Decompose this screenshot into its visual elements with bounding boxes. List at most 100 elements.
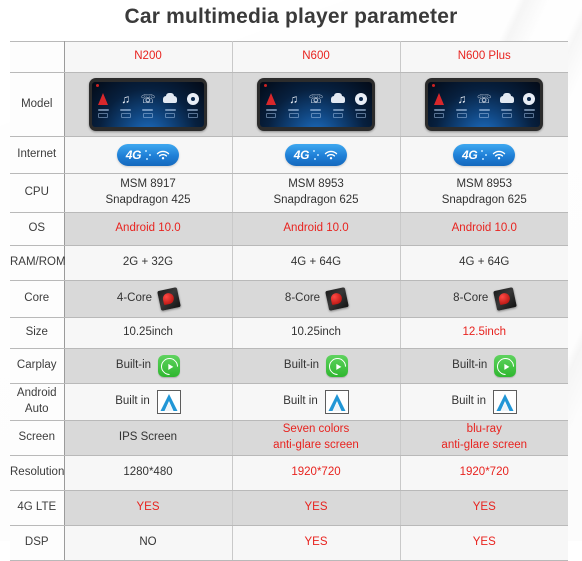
navigation-icon bbox=[264, 92, 279, 118]
carplay-value: Built-in bbox=[283, 359, 320, 372]
cell-4g-lte-n200: YES bbox=[64, 490, 233, 526]
snapdragon-chip-icon bbox=[493, 287, 518, 311]
car-head-unit-icon: ♫ ☏ bbox=[89, 78, 207, 131]
cell-carplay-n600: Built-in bbox=[232, 348, 401, 384]
snapdragon-chip-icon bbox=[325, 287, 349, 311]
android-auto-label-line1: Android bbox=[16, 387, 57, 400]
table-row: Model ♫ ☏ ♫ ☏ ♫ ☏ bbox=[10, 72, 568, 137]
screen-line1: IPS Screen bbox=[118, 431, 178, 444]
cell-size-n200: 10.25inch bbox=[64, 317, 233, 349]
screen-line2: anti-glare screen bbox=[273, 439, 359, 451]
android-auto-value: Built in bbox=[283, 395, 318, 408]
cell-carplay-n600-plus: Built-in bbox=[400, 348, 568, 384]
cell-ram-rom-n600: 4G + 64G bbox=[232, 245, 401, 281]
cell-os-n600-plus: Android 10.0 bbox=[400, 212, 568, 246]
4g-wifi-badge-icon: 4G bbox=[453, 144, 516, 166]
row-label-resolution: Resolution bbox=[10, 455, 65, 491]
android-auto-value: Built in bbox=[115, 395, 150, 408]
specification-table: N200 N600 N600 Plus Model ♫ ☏ ♫ ☏ ♫ ☏ In… bbox=[10, 41, 568, 561]
page-title: Car multimedia player parameter bbox=[124, 5, 458, 28]
cell-cpu-n200: MSM 8917 Snapdragon 425 bbox=[64, 173, 233, 213]
cell-model-n600: ♫ ☏ bbox=[232, 72, 401, 137]
cell-core-n600: 8-Core bbox=[232, 280, 401, 318]
cell-cpu-n600-plus: MSM 8953 Snapdragon 625 bbox=[400, 173, 568, 213]
cell-core-n600-plus: 8-Core bbox=[400, 280, 568, 318]
cell-ram-rom-n600-plus: 4G + 64G bbox=[400, 245, 568, 281]
row-label-carplay: Carplay bbox=[10, 348, 65, 384]
core-value: 8-Core bbox=[453, 292, 489, 305]
carplay-value: Built-in bbox=[115, 359, 152, 372]
music-note-icon: ♫ bbox=[286, 92, 301, 118]
cpu-platform: Snapdragon 625 bbox=[273, 194, 359, 206]
header-column-n200: N200 bbox=[64, 41, 233, 73]
cell-screen-n200: IPS Screen bbox=[64, 420, 233, 456]
table-row: Internet 4G 4G 4G bbox=[10, 136, 568, 174]
settings-gear-icon bbox=[185, 92, 200, 118]
snapdragon-chip-icon bbox=[157, 287, 181, 311]
row-label-internet: Internet bbox=[10, 136, 65, 174]
phone-icon: ☏ bbox=[140, 92, 155, 118]
row-label-core: Core bbox=[10, 280, 65, 318]
table-row: Size 10.25inch 10.25inch 12.5inch bbox=[10, 317, 568, 349]
cpu-model: MSM 8917 bbox=[120, 178, 176, 191]
screen-line1: blu-ray bbox=[466, 423, 502, 436]
cell-4g-lte-n600-plus: YES bbox=[400, 490, 568, 526]
cell-resolution-n200: 1280*480 bbox=[64, 455, 233, 491]
carplay-icon bbox=[493, 353, 518, 379]
cell-os-n200: Android 10.0 bbox=[64, 212, 233, 246]
android-auto-value: Built in bbox=[451, 395, 487, 408]
header-spec-label bbox=[10, 41, 65, 73]
4g-wifi-badge-icon: 4G bbox=[117, 144, 179, 166]
cell-model-n600-plus: ♫ ☏ bbox=[400, 72, 568, 137]
cpu-platform: Snapdragon 425 bbox=[105, 194, 191, 206]
cell-dsp-n200: NO bbox=[64, 525, 233, 561]
row-label-cpu: CPU bbox=[10, 173, 65, 213]
navigation-icon bbox=[96, 92, 111, 118]
cell-android-auto-n600-plus: Built in bbox=[400, 383, 568, 421]
android-auto-icon bbox=[324, 390, 349, 414]
cell-internet-n600-plus: 4G bbox=[400, 136, 568, 174]
cell-screen-n600: Seven colors anti-glare screen bbox=[232, 420, 401, 456]
settings-gear-icon bbox=[522, 92, 537, 118]
carplay-icon bbox=[325, 353, 350, 379]
header-column-n600-plus: N600 Plus bbox=[400, 41, 568, 73]
car-icon bbox=[331, 92, 346, 118]
table-row: CPU MSM 8917 Snapdragon 425 MSM 8953 Sna… bbox=[10, 173, 568, 213]
cpu-model: MSM 8953 bbox=[288, 178, 344, 191]
cell-android-auto-n600: Built in bbox=[232, 383, 401, 421]
table-row: Carplay Built-in Built-in Built-in bbox=[10, 348, 568, 384]
4g-label: 4G bbox=[125, 147, 142, 162]
cell-internet-n200: 4G bbox=[64, 136, 233, 174]
4g-label: 4G bbox=[293, 147, 310, 162]
android-auto-label-line2: Auto bbox=[24, 403, 49, 415]
table-row: Android Auto Built in Built in Built in bbox=[10, 383, 568, 421]
cell-size-n600-plus: 12.5inch bbox=[400, 317, 568, 349]
cell-dsp-n600: YES bbox=[232, 525, 401, 561]
cell-os-n600: Android 10.0 bbox=[232, 212, 401, 246]
wifi-icon bbox=[157, 150, 170, 159]
table-row: Core 4-Core 8-Core 8-Core bbox=[10, 280, 568, 318]
cell-resolution-n600-plus: 1920*720 bbox=[400, 455, 568, 491]
4g-wifi-badge-icon: 4G bbox=[285, 144, 347, 166]
phone-icon: ☏ bbox=[477, 92, 492, 118]
row-label-dsp: DSP bbox=[10, 525, 65, 561]
column-title-n600: N600 bbox=[302, 50, 330, 63]
navigation-icon bbox=[432, 92, 447, 118]
settings-gear-icon bbox=[353, 92, 368, 118]
table-row: OS Android 10.0 Android 10.0 Android 10.… bbox=[10, 212, 568, 246]
row-label-size: Size bbox=[10, 317, 65, 349]
cell-4g-lte-n600: YES bbox=[232, 490, 401, 526]
row-label-os: OS bbox=[10, 212, 65, 246]
row-label-model: Model bbox=[10, 72, 65, 137]
android-auto-icon bbox=[493, 390, 518, 414]
core-value: 4-Core bbox=[116, 292, 153, 305]
column-title-n600-plus: N600 Plus bbox=[457, 50, 511, 63]
cpu-model: MSM 8953 bbox=[456, 178, 513, 191]
core-value: 8-Core bbox=[284, 292, 321, 305]
header-column-n600: N600 bbox=[232, 41, 401, 73]
music-note-icon: ♫ bbox=[118, 92, 133, 118]
cell-internet-n600: 4G bbox=[232, 136, 401, 174]
cell-screen-n600-plus: blu-ray anti-glare screen bbox=[400, 420, 568, 456]
carplay-value: Built-in bbox=[452, 359, 488, 372]
music-note-icon: ♫ bbox=[454, 92, 469, 118]
